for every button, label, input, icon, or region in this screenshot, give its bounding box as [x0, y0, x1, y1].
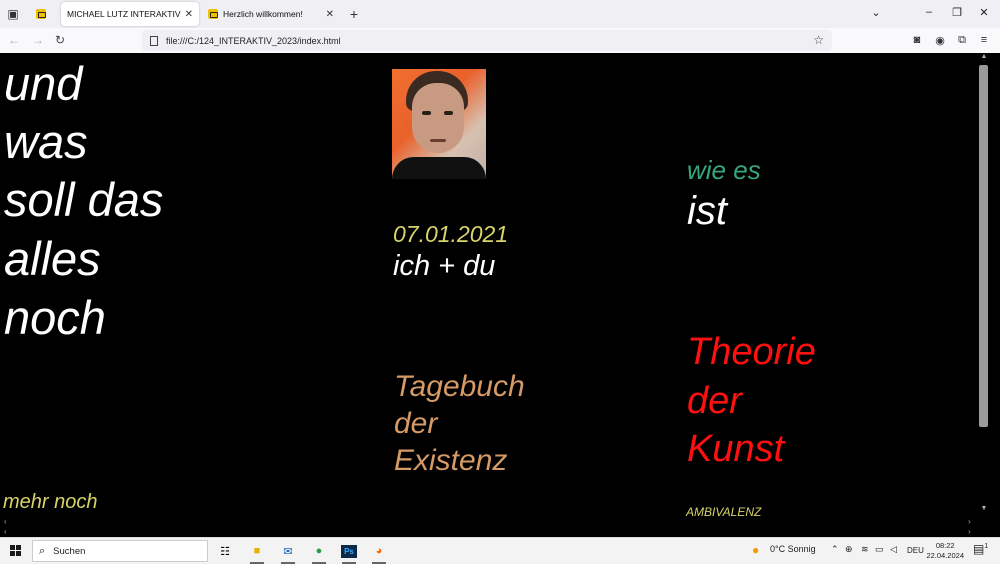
firefox-icon[interactable]: ◕	[368, 541, 390, 564]
tagebuch-line-1[interactable]: Tagebuch	[394, 370, 525, 404]
chevron-up-icon[interactable]: ⌃	[831, 544, 839, 555]
clock[interactable]: 08:22 22.04.2024	[926, 541, 964, 561]
scroll-up-icon[interactable]: ▲	[977, 53, 991, 60]
scroll-down-icon[interactable]: ▼	[977, 505, 991, 512]
file-icon	[150, 35, 158, 46]
search-label: Suchen	[53, 545, 86, 557]
restore-icon[interactable]: ❐	[949, 6, 965, 19]
extensions-icon[interactable]: ⧉	[955, 34, 969, 47]
volume-icon[interactable]: ◁	[890, 544, 897, 555]
theorie-line-1[interactable]: Theorie	[687, 331, 816, 374]
reload-icon[interactable]: ↻	[52, 33, 68, 47]
search-icon: ⌕	[39, 544, 46, 557]
site-favicon-icon	[208, 9, 218, 19]
tray-app-icon[interactable]: ⊕	[845, 544, 853, 555]
pinned-tab-favicon[interactable]	[30, 4, 52, 24]
theorie-line-3[interactable]: Kunst	[687, 428, 784, 471]
back-icon[interactable]: ←	[6, 33, 22, 47]
chevron-down-icon[interactable]: ⌄	[868, 6, 884, 19]
pocket-icon[interactable]: ◙	[910, 34, 924, 46]
ich-du-link[interactable]: ich + du	[393, 250, 495, 283]
weather-text[interactable]: 0°C Sonnig	[770, 544, 816, 554]
account-icon[interactable]: ◉	[933, 34, 947, 47]
notification-count: 1	[984, 543, 989, 550]
web-page: und was soll das alles noch mehr noch 07…	[0, 53, 977, 517]
url-bar[interactable]: file:///C:/124_INTERAKTIV_2023/index.htm…	[142, 30, 832, 51]
scroll-left-icon[interactable]: ‹	[4, 527, 7, 536]
menu-icon[interactable]: ≡	[977, 34, 991, 46]
tab-herzlich[interactable]: Herzlich willkommen! ✕	[202, 2, 340, 26]
left-line-2[interactable]: was	[4, 113, 88, 171]
bookmark-star-icon[interactable]: ☆	[813, 33, 824, 47]
language-indicator[interactable]: DEU	[907, 546, 924, 555]
close-icon[interactable]: ✕	[185, 9, 193, 20]
close-window-icon[interactable]: ✕	[976, 6, 992, 19]
portrait-photo[interactable]	[392, 69, 486, 179]
vertical-scrollbar[interactable]: ▲ ▼	[977, 53, 1000, 517]
date-text[interactable]: 07.01.2021	[393, 221, 508, 248]
scroll-right-icon[interactable]: ›	[968, 517, 971, 526]
left-line-5[interactable]: noch	[4, 289, 106, 347]
tagebuch-line-3[interactable]: Existenz	[394, 444, 507, 478]
windows-taskbar: ⌕ Suchen ☷ ■ ✉ ● Ps ◕ ● 0°C Sonnig ⌃ ⊕ ≋…	[0, 537, 1000, 564]
scroll-right-icon[interactable]: ›	[968, 527, 971, 536]
ist-text[interactable]: ist	[687, 189, 727, 234]
new-tab-icon[interactable]: +	[343, 4, 365, 24]
horizontal-scrollbar[interactable]: ‹ › ‹ ›	[0, 517, 1000, 537]
tagebuch-line-2[interactable]: der	[394, 407, 437, 441]
scrollbar-thumb[interactable]	[979, 65, 988, 427]
task-view-icon[interactable]: ☷	[214, 541, 236, 561]
wifi-icon[interactable]: ≋	[861, 544, 869, 555]
taskbar-search[interactable]: ⌕ Suchen	[32, 540, 208, 562]
windows-start-icon[interactable]	[10, 545, 22, 557]
wie-es-text[interactable]: wie es	[687, 155, 761, 186]
clock-date: 22.04.2024	[926, 551, 964, 560]
left-line-4[interactable]: alles	[4, 230, 101, 288]
browser-tab-bar: ▣ MICHAEL LUTZ INTERAKTIVER TEXT ✕ Herzl…	[0, 0, 1000, 28]
theorie-line-2[interactable]: der	[687, 380, 742, 423]
close-icon[interactable]: ✕	[326, 9, 334, 20]
notification-icon[interactable]: ▤1	[973, 542, 988, 556]
tab-list-icon[interactable]: ▣	[2, 4, 24, 24]
tab-michael-lutz[interactable]: MICHAEL LUTZ INTERAKTIVER TEXT ✕	[61, 2, 199, 26]
battery-icon[interactable]: ▭	[875, 544, 884, 555]
clock-time: 08:22	[935, 541, 955, 550]
left-line-1[interactable]: und	[4, 55, 82, 113]
ambivalenz-link[interactable]: AMBIVALENZ	[686, 505, 761, 517]
left-line-3[interactable]: soll das	[4, 171, 163, 229]
scroll-left-icon[interactable]: ‹	[4, 517, 7, 526]
mail-icon[interactable]: ✉	[277, 541, 299, 564]
forward-icon[interactable]: →	[30, 33, 46, 47]
browser-nav-bar: ← → ↻ file:///C:/124_INTERAKTIV_2023/ind…	[0, 28, 1000, 54]
photoshop-icon[interactable]: Ps	[338, 541, 360, 564]
app-green-icon[interactable]: ●	[308, 541, 330, 564]
minimize-icon[interactable]: –	[921, 6, 937, 18]
weather-sun-icon[interactable]: ●	[752, 543, 759, 557]
file-explorer-icon[interactable]: ■	[246, 541, 268, 564]
tab-title: MICHAEL LUTZ INTERAKTIVER TEXT	[67, 9, 181, 19]
url-text: file:///C:/124_INTERAKTIV_2023/index.htm…	[166, 35, 341, 46]
tab-title: Herzlich willkommen!	[223, 9, 303, 19]
mehr-noch-link[interactable]: mehr noch	[3, 491, 98, 514]
